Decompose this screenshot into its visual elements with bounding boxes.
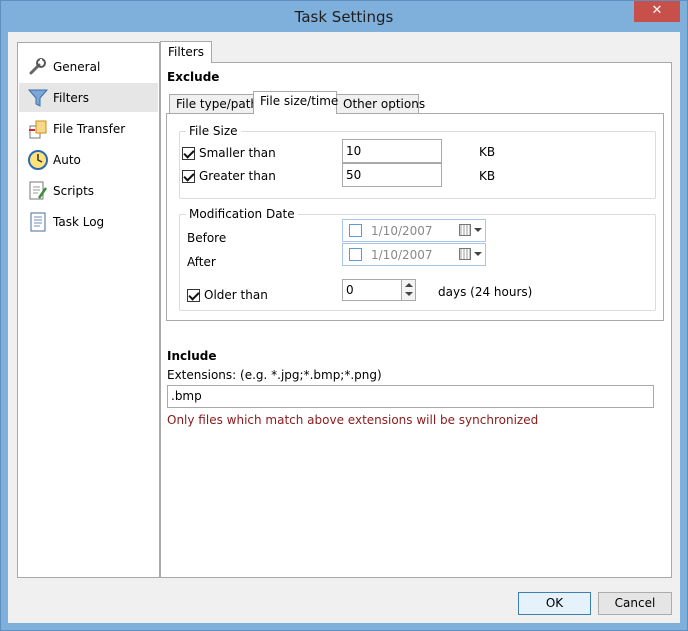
older-than-stepper[interactable]: 0 (342, 279, 416, 301)
chevron-down-icon[interactable] (474, 228, 482, 232)
sidebar-item-label: Auto (53, 152, 81, 167)
after-date-picker[interactable]: 1/10/2007 (342, 243, 486, 266)
modification-date-group-label: Modification Date (186, 207, 298, 221)
sidebar-item-filters[interactable]: Filters (19, 83, 158, 112)
file-size-time-panel: File Size Smaller than 10 KB Greater tha… (166, 113, 664, 321)
sidebar-item-label: General (53, 59, 101, 74)
include-heading: Include (167, 349, 217, 363)
chevron-down-icon[interactable] (474, 252, 482, 256)
older-than-unit: days (24 hours) (438, 285, 533, 299)
smaller-than-label: Smaller than (199, 146, 276, 160)
extensions-input[interactable]: .bmp (167, 385, 654, 408)
title-bar[interactable]: Task Settings ✕ (1, 1, 687, 32)
stepper-up-icon[interactable] (405, 283, 413, 287)
sidebar-item-label: Scripts (53, 183, 95, 198)
file-size-group-label: File Size (186, 124, 241, 138)
greater-than-checkbox[interactable] (182, 169, 195, 183)
log-icon (30, 212, 46, 232)
older-than-checkbox[interactable] (187, 288, 200, 302)
sidebar-item-label: File Transfer (53, 121, 126, 136)
ok-button[interactable]: OK (518, 592, 591, 615)
smaller-than-input[interactable]: 10 (342, 139, 442, 163)
sidebar: General Filters File Transfer Auto Scrip… (17, 42, 160, 578)
clock-icon (28, 150, 48, 170)
greater-than-label: Greater than (199, 169, 276, 183)
tab-file-type-path[interactable]: File type/path (169, 94, 258, 114)
older-than-value: 0 (346, 283, 354, 297)
cancel-button[interactable]: Cancel (598, 592, 672, 615)
older-than-label: Older than (204, 288, 268, 302)
before-date-value: 1/10/2007 (371, 224, 433, 238)
window-title: Task Settings (294, 8, 394, 26)
sidebar-item-label: Filters (53, 90, 89, 105)
extensions-hint: Only files which match above extensions … (167, 413, 539, 427)
exclude-subtabs: File type/path File size/time Other opti… (169, 91, 469, 114)
stepper-down-icon[interactable] (405, 292, 413, 296)
file-transfer-icon (29, 120, 47, 139)
sidebar-item-scripts[interactable]: Scripts (19, 176, 158, 205)
after-date-checkbox[interactable] (349, 248, 362, 261)
sidebar-item-general[interactable]: General (19, 52, 158, 81)
after-date-value: 1/10/2007 (371, 248, 433, 262)
smaller-than-row[interactable]: Smaller than (182, 146, 276, 160)
older-than-row[interactable]: Older than (187, 288, 268, 302)
wrench-icon (29, 58, 46, 75)
sidebar-item-task-log[interactable]: Task Log (19, 207, 158, 236)
tab-other-options[interactable]: Other options (336, 94, 425, 114)
smaller-than-unit: KB (479, 145, 496, 159)
before-date-picker[interactable]: 1/10/2007 (342, 219, 486, 242)
before-label: Before (187, 231, 227, 245)
extensions-label: Extensions: (e.g. *.jpg;*.bmp;*.png) (167, 368, 382, 382)
tab-filters[interactable]: Filters (160, 41, 212, 63)
exclude-heading: Exclude (167, 70, 220, 84)
stepper-buttons[interactable] (401, 280, 415, 300)
sidebar-item-label: Task Log (53, 214, 105, 229)
task-settings-window: Task Settings ✕ General Filters File Tra… (0, 0, 688, 631)
calendar-icon[interactable] (459, 248, 471, 260)
before-date-checkbox[interactable] (349, 224, 362, 237)
client-area: General Filters File Transfer Auto Scrip… (8, 32, 680, 623)
sidebar-item-auto[interactable]: Auto (19, 145, 158, 174)
greater-than-row[interactable]: Greater than (182, 169, 276, 183)
greater-than-unit: KB (479, 169, 496, 183)
smaller-than-checkbox[interactable] (182, 146, 195, 160)
close-button[interactable]: ✕ (634, 1, 680, 22)
tab-file-size-time[interactable]: File size/time (253, 91, 338, 114)
calendar-icon[interactable] (459, 224, 471, 236)
script-icon (29, 181, 48, 200)
funnel-icon (27, 89, 49, 107)
greater-than-input[interactable]: 50 (342, 163, 442, 187)
after-label: After (187, 255, 216, 269)
sidebar-item-file-transfer[interactable]: File Transfer (19, 114, 158, 143)
